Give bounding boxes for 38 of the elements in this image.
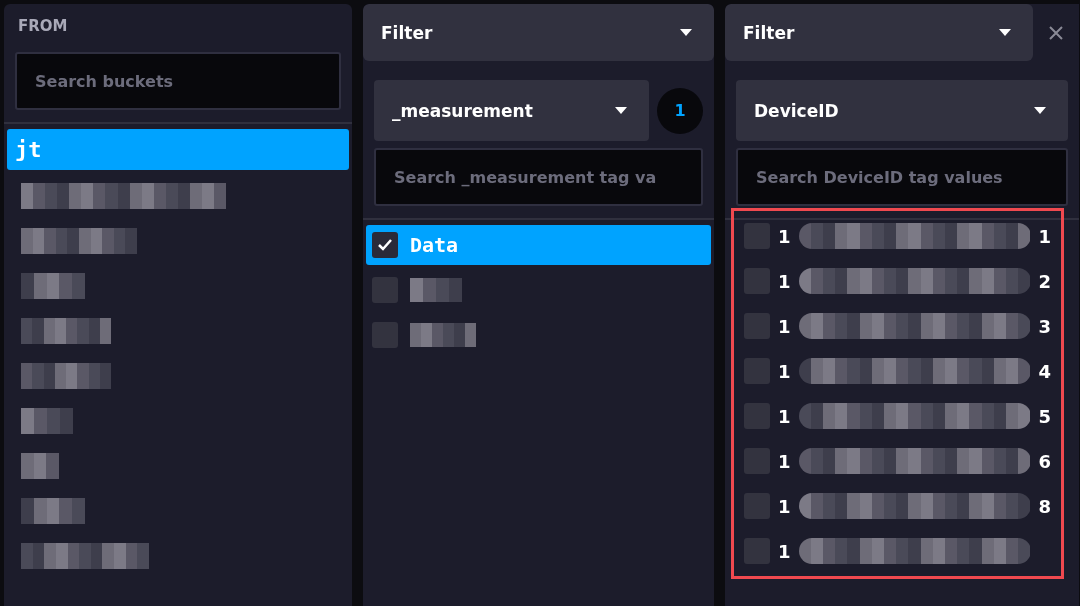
tag-value-start: 1 bbox=[778, 540, 791, 562]
tag-value-end: 5 bbox=[1038, 405, 1052, 427]
caret-icon bbox=[615, 107, 627, 114]
tag-value-end: 8 bbox=[1038, 495, 1052, 517]
redacted-label bbox=[21, 273, 85, 299]
redacted-label bbox=[410, 278, 462, 302]
tag-value-end: 2 bbox=[1038, 270, 1052, 292]
tag-value-end: 4 bbox=[1038, 360, 1052, 382]
tag-key-dropdown[interactable]: DeviceID bbox=[736, 80, 1068, 141]
tag-value-start: 1 bbox=[778, 495, 791, 517]
tag-value-start: 1 bbox=[778, 270, 791, 292]
tag-value-end: 6 bbox=[1038, 450, 1052, 472]
checkbox[interactable] bbox=[372, 232, 398, 258]
tag-value-start: 1 bbox=[778, 450, 791, 472]
filter-mode-dropdown[interactable]: Filter bbox=[363, 4, 714, 61]
tag-key-dropdown[interactable]: _measurement bbox=[374, 80, 649, 141]
redacted-label bbox=[410, 323, 476, 347]
caret-icon bbox=[999, 29, 1011, 36]
tag-value-start: 1 bbox=[778, 405, 791, 427]
redacted-label bbox=[21, 408, 73, 434]
redacted-label bbox=[21, 453, 59, 479]
search-field[interactable]: Search DeviceID tag values bbox=[736, 148, 1068, 206]
search-field[interactable]: Search buckets bbox=[15, 52, 341, 110]
tag-value-end: 3 bbox=[1038, 315, 1052, 337]
caret-icon bbox=[680, 29, 692, 36]
selected-count-badge: 1 bbox=[657, 87, 703, 134]
panel-title: FROM bbox=[17, 16, 69, 37]
close-icon bbox=[1048, 24, 1064, 41]
check-icon bbox=[377, 237, 393, 253]
search-field[interactable]: Search _measurement tag va bbox=[374, 148, 703, 206]
redacted-label bbox=[21, 498, 85, 524]
caret-icon bbox=[1034, 107, 1046, 114]
filter-mode-dropdown[interactable]: Filter bbox=[725, 4, 1033, 61]
tag-value: Data bbox=[410, 233, 459, 257]
tag-value-start: 1 bbox=[778, 360, 791, 382]
tag-value-start: 1 bbox=[778, 315, 791, 337]
tag-value-start: 1 bbox=[778, 225, 791, 247]
tag-value-end: 1 bbox=[1038, 225, 1052, 247]
